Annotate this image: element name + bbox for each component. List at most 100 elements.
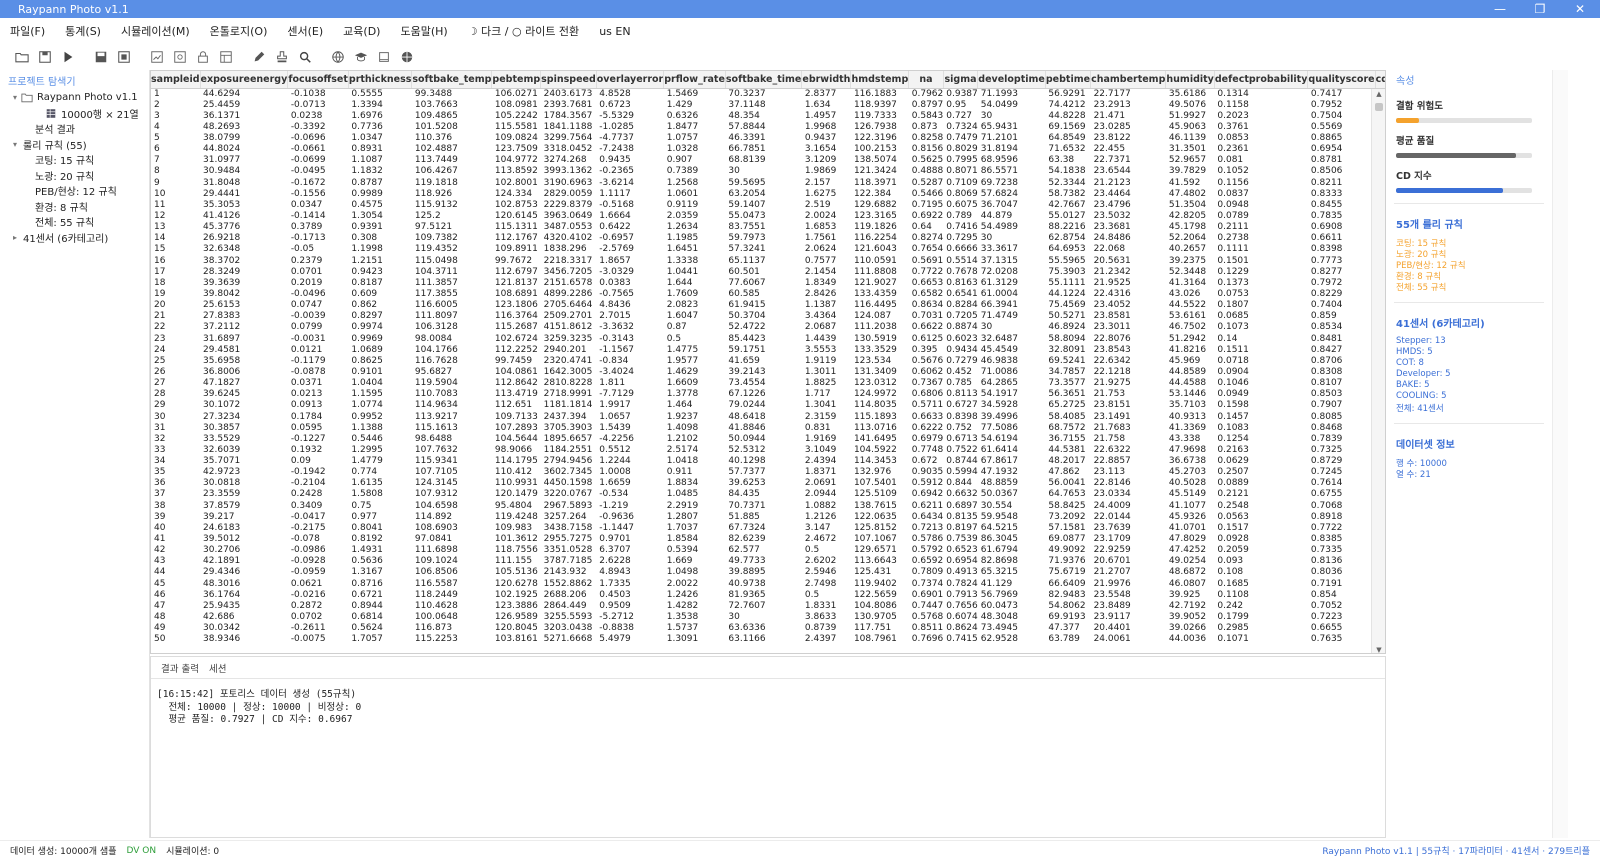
table-cell[interactable]: 0.9701: [596, 534, 663, 545]
table-cell[interactable]: 55.0127: [1045, 211, 1090, 222]
table-cell[interactable]: 121.8137: [492, 278, 541, 289]
table-cell[interactable]: 44.8228: [1045, 111, 1090, 122]
table-cell[interactable]: 0.6541: [943, 289, 978, 300]
table-cell[interactable]: 0.0928: [1214, 534, 1308, 545]
table-cell[interactable]: 31: [151, 423, 200, 434]
table-cell[interactable]: 4320.4102: [541, 233, 597, 244]
table-cell[interactable]: 0.8706: [1308, 356, 1375, 367]
table-cell[interactable]: 48: [151, 612, 200, 623]
table-cell[interactable]: -0.1179: [288, 356, 349, 367]
table-row[interactable]: 32 33.5529 -0.1227 0.5446 98.6488 104.5644 189…: [151, 434, 1385, 445]
table-cell[interactable]: 0.7913: [943, 590, 978, 601]
table-cell[interactable]: 22.6322: [1091, 445, 1166, 456]
table-cell[interactable]: 1.7057: [348, 634, 412, 645]
table-cell[interactable]: 0.7722: [909, 267, 944, 278]
table-cell[interactable]: 2.0022: [664, 579, 726, 590]
table-cell[interactable]: 0.911: [664, 467, 726, 478]
table-cell[interactable]: 0.7748: [909, 445, 944, 456]
table-cell[interactable]: 40: [151, 523, 200, 534]
table-cell[interactable]: 115.2687: [492, 322, 541, 333]
table-cell[interactable]: 2320.4741: [541, 356, 597, 367]
table-cell[interactable]: 3.5553: [802, 345, 851, 356]
table-cell[interactable]: 59.9548: [978, 512, 1046, 523]
table-cell[interactable]: 0.2121: [1214, 489, 1308, 500]
column-header-prthickness[interactable]: prthickness: [348, 71, 413, 89]
table-cell[interactable]: 5: [151, 133, 200, 144]
table-cell[interactable]: 36.7155: [1045, 434, 1090, 445]
table-cell[interactable]: 56.7969: [978, 590, 1046, 601]
table-cell[interactable]: 35: [151, 467, 200, 478]
table-cell[interactable]: 138.5074: [851, 155, 909, 166]
table-cell[interactable]: 41: [151, 534, 200, 545]
table-cell[interactable]: 0.64: [909, 222, 944, 233]
table-cell[interactable]: 67.8617: [978, 456, 1046, 467]
table-cell[interactable]: 107.1067: [851, 534, 909, 545]
table-cell[interactable]: 16: [151, 255, 200, 266]
table-cell[interactable]: 0.6666: [943, 244, 978, 255]
table-cell[interactable]: 0.6222: [909, 423, 944, 434]
table-cell[interactable]: 35.7071: [200, 456, 288, 467]
table-cell[interactable]: 0.8468: [1308, 423, 1375, 434]
table-cell[interactable]: 1.9577: [664, 356, 726, 367]
scroll-down-icon[interactable]: ▼: [1372, 645, 1385, 653]
table-cell[interactable]: 1.464: [664, 400, 726, 411]
table-cell[interactable]: 0.859: [1308, 311, 1375, 322]
table-cell[interactable]: 61.6414: [978, 445, 1046, 456]
table-cell[interactable]: 52.9657: [1166, 155, 1214, 166]
table-cell[interactable]: 59.1751: [725, 345, 801, 356]
table-cell[interactable]: 32.6487: [978, 333, 1046, 344]
table-cell[interactable]: 39.6253: [725, 478, 801, 489]
table-cell[interactable]: 4151.8612: [541, 322, 597, 333]
table-cell[interactable]: 39.0266: [1166, 623, 1214, 634]
table-cell[interactable]: 109.8911: [492, 244, 541, 255]
table-cell[interactable]: 0.3789: [288, 222, 349, 233]
table-cell[interactable]: 0.7415: [943, 634, 978, 645]
table-cell[interactable]: 0.6721: [348, 590, 412, 601]
table-cell[interactable]: -0.3143: [596, 333, 663, 344]
table-row[interactable]: 49 30.0342 -0.2611 0.5624 116.873 120.8045 320…: [151, 623, 1385, 634]
table-cell[interactable]: 57.6824: [978, 189, 1046, 200]
table-cell[interactable]: 1.9169: [802, 434, 851, 445]
table-cell[interactable]: 0.8634: [909, 300, 944, 311]
table-row[interactable]: 14 26.9218 -0.1713 0.308 109.7382 112.1767 432…: [151, 233, 1385, 244]
column-header-sigma[interactable]: sigma: [943, 71, 979, 89]
table-cell[interactable]: 1.6135: [348, 478, 412, 489]
table-cell[interactable]: 106.4267: [412, 166, 492, 177]
table-cell[interactable]: 59.5695: [725, 177, 801, 188]
table-cell[interactable]: 110.0591: [851, 255, 909, 266]
table-cell[interactable]: 1.8349: [802, 278, 851, 289]
table-cell[interactable]: 2.0691: [802, 478, 851, 489]
table-cell[interactable]: 82.6239: [725, 534, 801, 545]
table-cell[interactable]: 35.6186: [1166, 88, 1214, 100]
table-cell[interactable]: 0.8071: [943, 166, 978, 177]
table-cell[interactable]: 119.1826: [851, 222, 909, 233]
table-cell[interactable]: 55.0473: [725, 211, 801, 222]
table-cell[interactable]: 71.4749: [978, 311, 1046, 322]
table-cell[interactable]: 66.6409: [1045, 579, 1090, 590]
table-cell[interactable]: 1895.6657: [541, 434, 597, 445]
table-cell[interactable]: -5.2712: [596, 612, 663, 623]
table-row[interactable]: 17 28.3249 0.0701 0.9423 104.3711 112.6797 345…: [151, 267, 1385, 278]
table-cell[interactable]: 0.9387: [943, 88, 978, 100]
table-cell[interactable]: 43: [151, 556, 200, 567]
table-row[interactable]: 46 36.1764 -0.0216 0.6721 118.2449 102.1925 26…: [151, 590, 1385, 601]
table-cell[interactable]: 50.3704: [725, 311, 801, 322]
table-cell[interactable]: 21.9525: [1091, 278, 1166, 289]
table-cell[interactable]: 0.8511: [909, 623, 944, 634]
table-cell[interactable]: 0.6125: [909, 333, 944, 344]
table-cell[interactable]: 68.9596: [978, 155, 1046, 166]
table-cell[interactable]: 25.9435: [200, 601, 288, 612]
table-cell[interactable]: 0.7678: [943, 267, 978, 278]
table-cell[interactable]: 0.2872: [288, 601, 349, 612]
table-cell[interactable]: 3787.7185: [541, 556, 597, 567]
table-cell[interactable]: 0.9437: [802, 133, 851, 144]
table-cell[interactable]: 1.1832: [348, 166, 412, 177]
table-cell[interactable]: 0.5624: [348, 623, 412, 634]
table-cell[interactable]: 3.1654: [802, 144, 851, 155]
table-cell[interactable]: 0.95: [943, 100, 978, 111]
table-cell[interactable]: 0.7447: [909, 601, 944, 612]
table-cell[interactable]: 101.3612: [492, 534, 541, 545]
table-cell[interactable]: 2829.0059: [541, 189, 597, 200]
table-cell[interactable]: 102.1925: [492, 590, 541, 601]
table-cell[interactable]: 0.1685: [1214, 579, 1308, 590]
